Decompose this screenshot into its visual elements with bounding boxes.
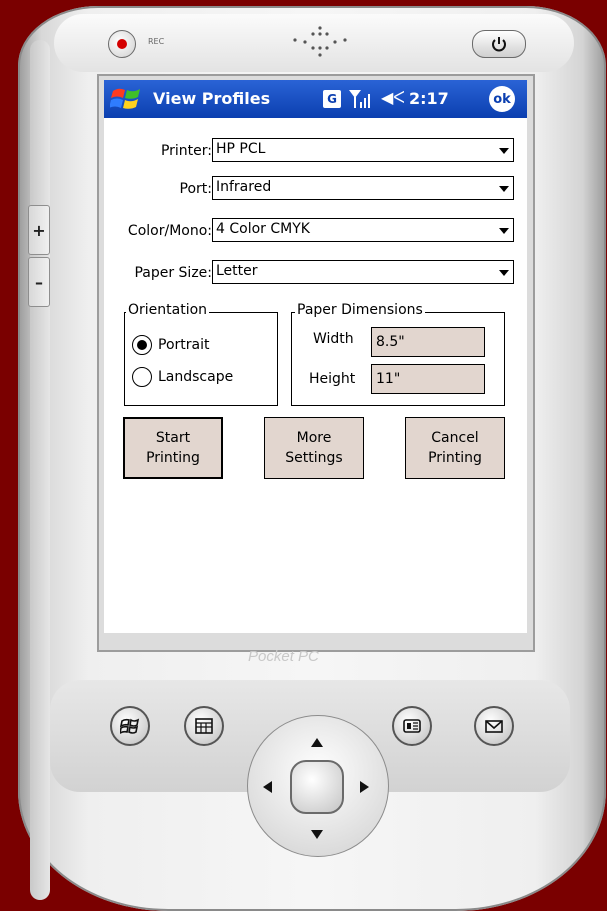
port-label: Port: [179,181,212,197]
dpad-right-icon[interactable] [360,781,369,793]
more-settings-line2: Settings [285,450,343,466]
page-title: View Profiles [153,89,271,108]
portrait-label[interactable]: Portrait [158,337,209,353]
color-mono-value: 4 Color CMYK [216,221,310,237]
signal-icon[interactable] [348,88,372,110]
title-bar: View Profiles G ◀ᐸ 2:17 ok [104,80,527,118]
calendar-button[interactable] [184,706,224,746]
paper-size-dropdown[interactable]: Letter [212,260,514,284]
volume-icon[interactable]: ◀ᐸ [381,88,405,107]
paper-size-label: Paper Size: [134,265,212,281]
dpad-center-button[interactable] [290,760,344,814]
start-printing-line1: Start [155,430,191,446]
windows-flag-icon[interactable] [110,85,144,113]
dpad-up-icon[interactable] [311,738,323,747]
paper-size-value: Letter [216,263,258,279]
orientation-group [124,312,278,406]
gprs-indicator-icon[interactable]: G [323,90,341,108]
side-rail [30,40,50,900]
portrait-radio[interactable] [132,335,152,355]
cancel-printing-line1: Cancel [431,430,479,446]
volume-down-button[interactable]: – [28,257,50,307]
port-dropdown[interactable]: Infrared [212,176,514,200]
mail-button[interactable] [474,706,514,746]
calendar-icon [195,718,213,734]
more-settings-line1: More [296,430,332,446]
landscape-label[interactable]: Landscape [158,369,233,385]
clock[interactable]: 2:17 [409,89,449,108]
printer-value: HP PCL [216,141,266,157]
printer-dropdown[interactable]: HP PCL [212,138,514,162]
height-value: 11" [376,371,401,387]
printer-label: Printer: [160,143,212,159]
color-mono-dropdown[interactable]: 4 Color CMYK [212,218,514,242]
height-label: Height [309,371,356,387]
rec-label: REC [148,37,165,46]
contacts-button[interactable] [392,706,432,746]
width-value: 8.5" [376,334,405,350]
windows-start-icon[interactable] [110,706,150,746]
record-icon [117,39,127,49]
dpad-down-icon[interactable] [311,830,323,839]
windows-logo-icon [120,718,140,734]
cancel-printing-line2: Printing [428,450,482,466]
screen: View Profiles G ◀ᐸ 2:17 ok Printer: HP P… [104,80,527,633]
ok-button[interactable]: ok [489,86,515,112]
chevron-down-icon [499,148,509,154]
chevron-down-icon [499,270,509,276]
power-icon [492,37,506,52]
mail-icon [485,720,503,733]
start-printing-button[interactable]: Start Printing [123,417,223,479]
start-printing-line2: Printing [146,450,200,466]
more-settings-button[interactable]: More Settings [264,417,364,479]
color-mono-label: Color/Mono: [127,223,212,239]
volume-up-button[interactable]: + [28,205,50,255]
width-label: Width [313,331,354,347]
landscape-radio[interactable] [132,367,152,387]
power-button[interactable] [472,30,526,58]
width-field[interactable]: 8.5" [371,327,485,357]
dpad-left-icon[interactable] [263,781,272,793]
chevron-down-icon [499,186,509,192]
contacts-icon [403,719,421,733]
speaker-grille-icon [293,26,347,57]
height-field[interactable]: 11" [371,364,485,394]
cancel-printing-button[interactable]: Cancel Printing [405,417,505,479]
record-button[interactable] [108,30,136,58]
paper-dimensions-legend: Paper Dimensions [295,302,425,318]
orientation-legend: Orientation [126,302,210,318]
pocket-pc-logo: Pocket PC [248,648,319,665]
port-value: Infrared [216,179,272,195]
chevron-down-icon [499,228,509,234]
